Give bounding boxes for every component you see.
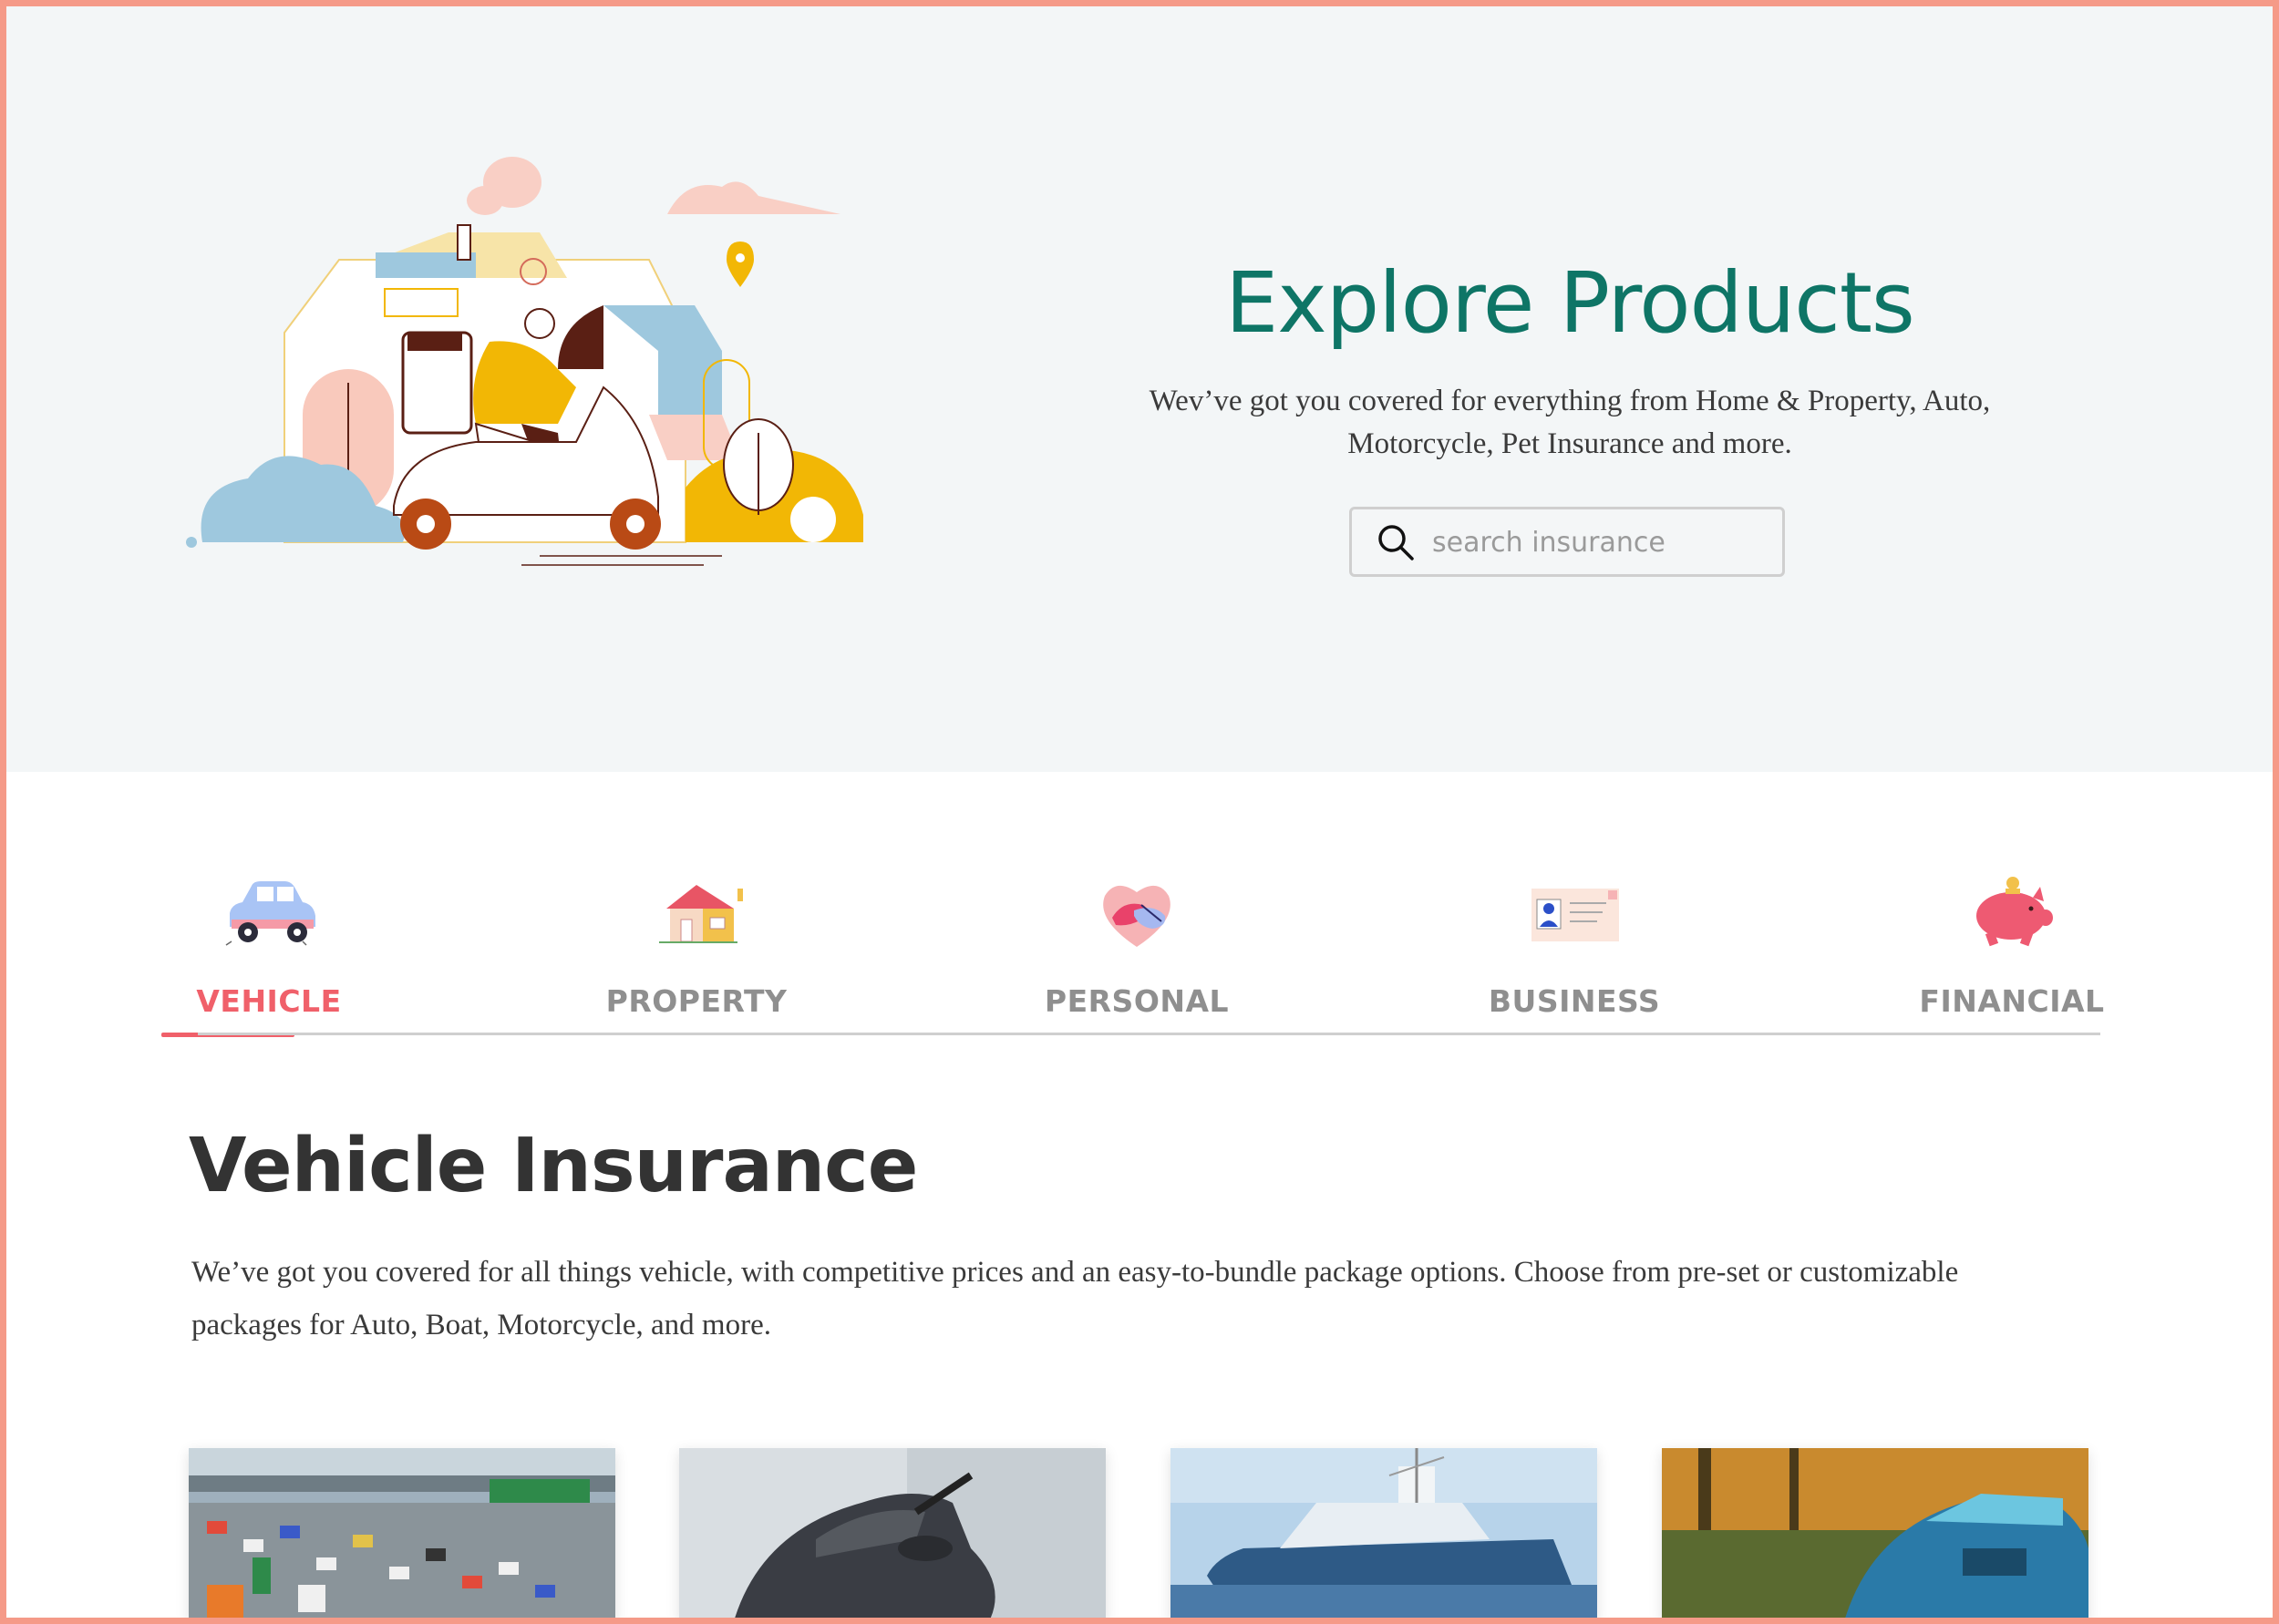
tab-label: BUSINESS <box>1488 983 1661 1019</box>
scooter-delivery-illustration <box>186 157 863 566</box>
tab-label: VEHICLE <box>196 983 342 1019</box>
card-boat[interactable] <box>1170 1448 1597 1618</box>
page-title: Explore Products <box>1225 254 1915 352</box>
search-icon[interactable] <box>1376 522 1416 562</box>
tab-label: PERSONAL <box>1044 983 1230 1019</box>
tab-label: FINANCIAL <box>1919 983 2105 1019</box>
tab-personal[interactable]: PERSONAL <box>1018 863 1255 1041</box>
tab-vehicle[interactable]: VEHICLE <box>150 863 387 1041</box>
hero-subtitle-line: Wev’ve got you covered for everything fr… <box>1149 385 1991 417</box>
section-description-line: We’ve got you covered for all things veh… <box>191 1256 1959 1289</box>
page-frame: Explore Products Wev’ve got you covered … <box>6 6 2273 1618</box>
card-motorcycle[interactable] <box>679 1448 1106 1618</box>
motorcycle-photo <box>679 1448 1106 1618</box>
tab-business[interactable]: BUSINESS <box>1456 863 1693 1041</box>
id-card-icon <box>1531 889 1619 941</box>
section-description: We’ve got you covered for all things veh… <box>191 1246 2115 1352</box>
section-description-line: packages for Auto, Boat, Motorcycle, and… <box>191 1309 771 1341</box>
card-classic-car[interactable] <box>1662 1448 2088 1618</box>
card-auto[interactable] <box>189 1448 615 1618</box>
tab-property[interactable]: PROPERTY <box>578 863 815 1041</box>
hero-subtitle-line: Motorcycle, Pet Insurance and more. <box>1347 427 1792 460</box>
boat-photo <box>1170 1448 1597 1618</box>
section-title: Vehicle Insurance <box>189 1123 918 1209</box>
vintage-car-photo <box>1662 1448 2088 1618</box>
house-icon <box>659 885 743 943</box>
tab-label: PROPERTY <box>605 983 788 1019</box>
product-cards <box>189 1448 2094 1618</box>
hero-section: Explore Products Wev’ve got you covered … <box>6 6 2273 772</box>
search-input[interactable] <box>1432 520 1769 564</box>
tab-financial[interactable]: FINANCIAL <box>1893 863 2130 1041</box>
category-tabs: VEHICLE PROPERTY PERSONAL BUSINESS FINAN… <box>161 863 2104 1041</box>
hero-subtitle: Wev’ve got you covered for everything fr… <box>1119 380 2021 466</box>
car-icon <box>225 881 315 946</box>
heart-hand-icon <box>1103 885 1170 947</box>
piggy-bank-icon <box>1976 877 2053 947</box>
highway-traffic-photo <box>189 1448 615 1618</box>
tabs-divider <box>198 1033 2100 1035</box>
search-box[interactable] <box>1349 507 1785 577</box>
